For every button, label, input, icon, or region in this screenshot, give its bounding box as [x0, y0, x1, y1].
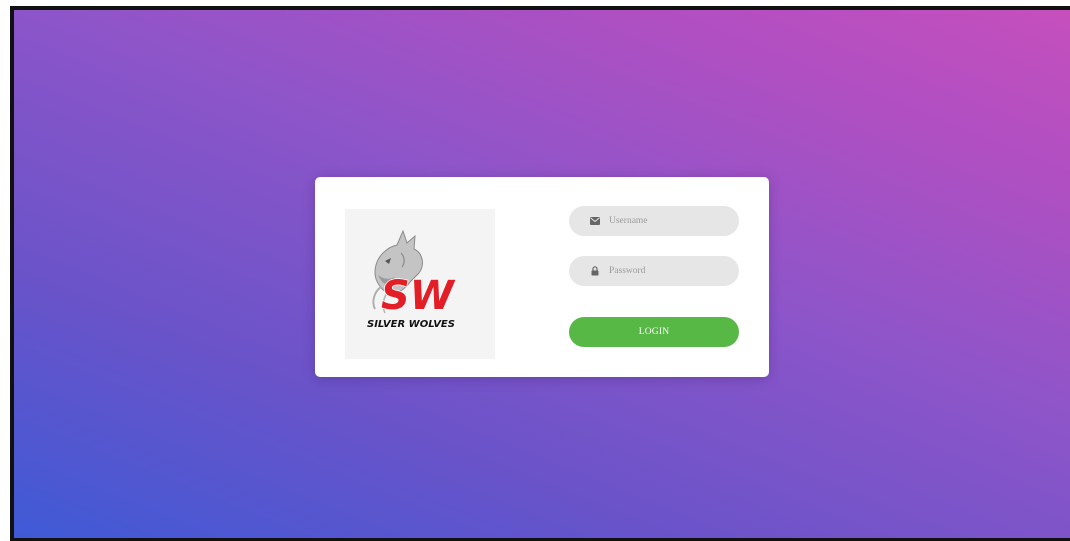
username-field[interactable]: [569, 206, 739, 236]
password-field[interactable]: [569, 256, 739, 286]
lock-icon: [589, 266, 600, 277]
svg-text:SILVER WOLVES: SILVER WOLVES: [367, 319, 455, 330]
password-input[interactable]: [609, 266, 729, 276]
login-page-background: SW SILVER WOLVES Username LOGIN: [10, 6, 1070, 541]
browser-frame: SW SILVER WOLVES Username LOGIN: [0, 0, 1070, 541]
envelope-icon: [589, 216, 600, 227]
login-card: SW SILVER WOLVES Username LOGIN: [315, 177, 769, 377]
silver-wolves-logo-graphic: SW SILVER WOLVES: [367, 229, 457, 330]
login-button[interactable]: LOGIN: [569, 317, 739, 347]
username-input[interactable]: [609, 216, 729, 226]
silver-wolves-logo: SW SILVER WOLVES: [345, 209, 495, 359]
svg-text:SW: SW: [381, 273, 456, 319]
